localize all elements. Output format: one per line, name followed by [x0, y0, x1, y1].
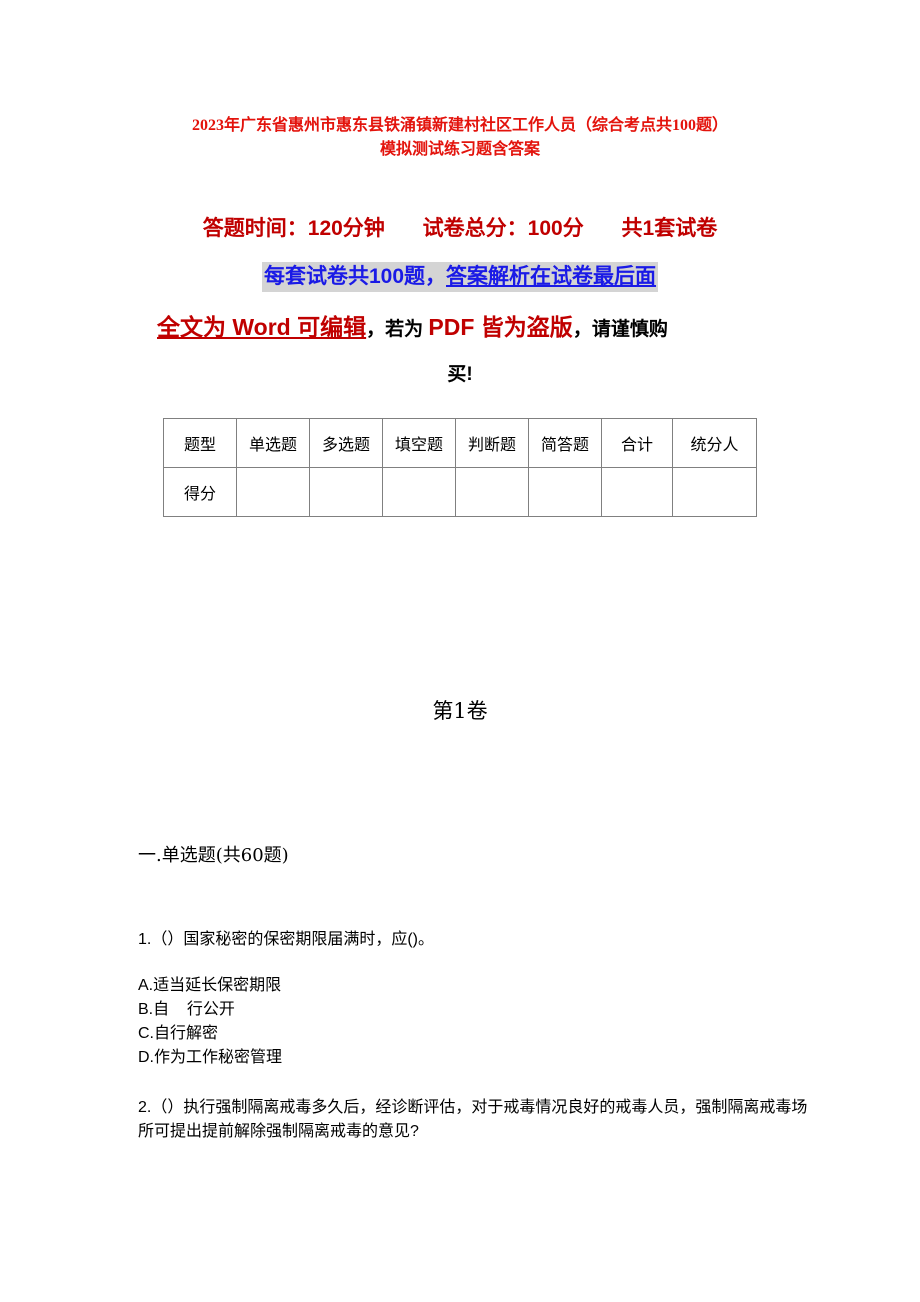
header-cell: 判断题	[455, 418, 529, 468]
exam-total-score: 试卷总分：100分	[422, 217, 584, 240]
word-editable-text: 全文为 Word 可编辑	[157, 314, 367, 340]
pdf-piracy-text: PDF 皆为盗版	[428, 314, 573, 340]
question-text: 2.（）执行强制隔离戒毒多久后，经诊断评估，对于戒毒情况良好的戒毒人员，强制隔离…	[138, 1099, 808, 1140]
volume-title: 第1卷	[432, 699, 488, 723]
document-title-line-2: 模拟测试练习题含答案	[379, 141, 540, 158]
option-b: B.自 行公开	[138, 1001, 235, 1018]
option-d: D.作为工作秘密管理	[138, 1049, 283, 1066]
header-cell: 填空题	[382, 418, 456, 468]
header-cell: 统分人	[672, 418, 757, 468]
score-cell[interactable]	[382, 467, 456, 517]
score-cell[interactable]	[601, 467, 673, 517]
option-a: A.适当延长保密期限	[138, 977, 282, 994]
score-table-score-row: 得分	[163, 467, 757, 517]
question-text: 1.（）国家秘密的保密期限届满时，应()。	[138, 931, 435, 948]
score-cell[interactable]	[455, 467, 529, 517]
score-row-label: 得分	[163, 467, 237, 517]
notice-highlight: 每套试卷共100题，答案解析在试卷最后面	[261, 262, 659, 292]
caution-text: 请谨慎购	[591, 319, 668, 340]
header-cell: 多选题	[309, 418, 383, 468]
header-cell: 简答题	[528, 418, 602, 468]
score-table: 题型 单选题 多选题 填空题 判断题 简答题 合计 统分人 得分	[163, 418, 757, 517]
notice-count: 每套试卷共100题，	[263, 265, 447, 288]
score-cell[interactable]	[528, 467, 602, 517]
question-options: A.适当延长保密期限 B.自 行公开 C.自行解密 D.作为工作秘密管理	[138, 974, 282, 1070]
document-title-line-1: 2023年广东省惠州市惠东县铁涌镇新建村社区工作人员（综合考点共100题）	[191, 117, 728, 134]
header-cell: 题型	[163, 418, 237, 468]
if-pdf-text: 若为	[385, 319, 429, 340]
header-cell: 合计	[601, 418, 673, 468]
header-cell: 单选题	[236, 418, 310, 468]
score-cell[interactable]	[236, 467, 310, 517]
score-table-header-row: 题型 单选题 多选题 填空题 判断题 简答题 合计 统分人	[163, 418, 757, 468]
caution-text-end: 买!	[447, 364, 473, 385]
editable-warning: 全文为 Word 可编辑，若为 PDF 皆为盗版，请谨慎购	[157, 314, 668, 340]
exam-sets: 共1套试卷	[621, 217, 718, 240]
notice-banner: 每套试卷共100题，答案解析在试卷最后面	[0, 262, 920, 292]
option-c: C.自行解密	[138, 1025, 219, 1042]
exam-time: 答题时间：120分钟	[202, 217, 385, 240]
score-cell[interactable]	[672, 467, 757, 517]
score-cell[interactable]	[309, 467, 383, 517]
section-title: 一.单选题(共60题)	[138, 845, 289, 866]
exam-meta: 答题时间：120分钟 试卷总分：100分 共1套试卷	[0, 214, 920, 244]
notice-answers-location: 答案解析在试卷最后面	[446, 265, 657, 288]
